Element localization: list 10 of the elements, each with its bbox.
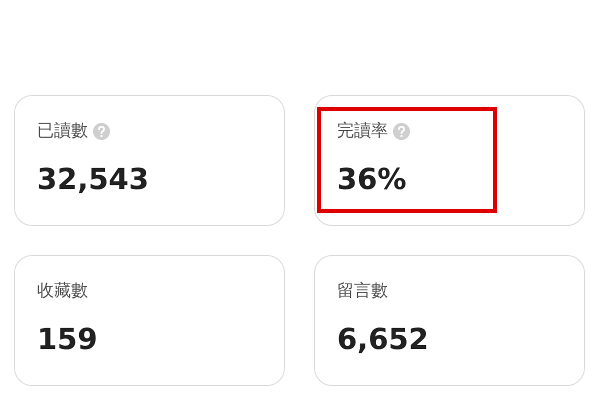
stat-value: 159 bbox=[37, 321, 98, 358]
stat-label: 留言數 bbox=[337, 280, 388, 302]
stat-label: 已讀數 bbox=[37, 120, 88, 142]
stat-value: 6,652 bbox=[337, 321, 429, 358]
help-icon[interactable] bbox=[393, 122, 410, 140]
stat-label: 完讀率 bbox=[337, 120, 388, 142]
stat-value: 32,543 bbox=[37, 161, 149, 198]
help-icon[interactable] bbox=[93, 122, 110, 140]
stat-value: 36% bbox=[337, 161, 406, 198]
stat-label: 收藏數 bbox=[37, 280, 88, 302]
